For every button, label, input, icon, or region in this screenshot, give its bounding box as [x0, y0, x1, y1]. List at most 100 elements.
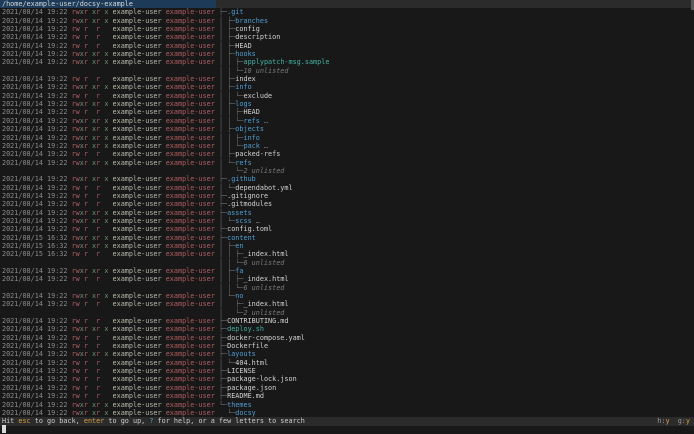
- row-metadata: 2021/08/14 19:22 rw r r example-user exa…: [2, 275, 215, 283]
- owner: example-user: [108, 191, 162, 200]
- tree-row[interactable]: 2021/08/14 19:22 rw r r example-user exa…: [0, 150, 694, 158]
- tree-row[interactable]: 2021/08/14 19:22 rwxr xr x example-user …: [0, 83, 694, 91]
- group: example-user: [161, 267, 215, 275]
- group: example-user: [161, 333, 215, 342]
- tree-row[interactable]: 2021/08/14 19:22 rw r r example-user exa…: [0, 300, 694, 308]
- permissions: rwxr xr x: [71, 408, 109, 417]
- entry-name: _index.html: [243, 250, 289, 259]
- group: example-user: [161, 200, 215, 209]
- modified-datetime: 2021/08/14 19:22: [2, 100, 72, 109]
- tree-row[interactable]: 2021/08/14 19:22 rwxr xr x example-user …: [0, 401, 694, 409]
- status-bar: Hit esc to go back, enter to go up, ? fo…: [0, 417, 694, 426]
- tree-branch-lines: │ ├─: [214, 16, 236, 25]
- tree-row[interactable]: 2021/08/14 19:22 rwxr xr x example-user …: [0, 409, 694, 417]
- tree-branch-lines: ├─: [214, 208, 228, 217]
- search-input-line[interactable]: [0, 425, 694, 434]
- tree-row[interactable]: 2021/08/14 19:22 rw r r example-user exa…: [0, 108, 694, 116]
- entry-name: 404.html: [235, 358, 269, 367]
- entry-name: fa: [235, 267, 244, 275]
- owner: example-user: [108, 383, 162, 392]
- tree-row[interactable]: │ └─2 unlisted: [0, 167, 694, 175]
- tree-row[interactable]: 2021/08/14 19:22 rwxr xr x example-user …: [0, 209, 694, 217]
- owner: example-user: [108, 367, 162, 376]
- tree-branch-lines: │ ├─: [214, 41, 236, 50]
- tree-row[interactable]: 2021/08/14 19:22 rwxr xr x example-user …: [0, 8, 694, 16]
- truncated-ellipsis: …: [251, 216, 260, 225]
- group: example-user: [161, 175, 215, 184]
- tree-row[interactable]: 2021/08/14 19:22 rwxr xr x example-user …: [0, 159, 694, 167]
- modified-datetime: 2021/08/15 16:32: [2, 241, 72, 250]
- tree-row[interactable]: 2021/08/14 19:22 rwxr xr x example-user …: [0, 350, 694, 358]
- tree-branch-lines: ├─: [214, 191, 228, 200]
- tree-row[interactable]: 2021/08/14 19:22 rw r r example-user exa…: [0, 375, 694, 383]
- permissions: rwxr xr x: [71, 400, 109, 409]
- permissions: rw r r: [71, 250, 101, 259]
- tree-row[interactable]: │ │ └─6 unlisted: [0, 284, 694, 292]
- tree-row[interactable]: 2021/08/14 19:22 rw r r example-user exa…: [0, 33, 694, 41]
- tree-branch-lines: ├─: [214, 317, 228, 326]
- group: example-user: [161, 300, 215, 309]
- group: example-user: [161, 383, 215, 392]
- hint-segment: for help, or a few letters to search: [153, 417, 305, 426]
- modified-datetime: 2021/08/14 19:22: [2, 358, 72, 367]
- tree-row[interactable]: 2021/08/14 19:22 rw r r example-user exa…: [0, 184, 694, 192]
- tree-row[interactable]: │ │ └─10 unlisted: [0, 67, 694, 75]
- unlisted-count: 2 unlisted: [243, 308, 285, 317]
- modified-datetime: 2021/08/15 16:32: [2, 250, 72, 259]
- tree-row[interactable]: 2021/08/14 19:22 rwxr xr x example-user …: [0, 125, 694, 133]
- owner: example-user: [108, 158, 162, 167]
- tree-row[interactable]: 2021/08/14 19:22 rwxr xr x example-user …: [0, 134, 694, 142]
- row-metadata: [2, 259, 215, 267]
- tree-row[interactable]: 2021/08/14 19:22 rw r r example-user exa…: [0, 225, 694, 233]
- tree-row[interactable]: │ └─2 unlisted: [0, 309, 694, 317]
- modified-datetime: 2021/08/14 19:22: [2, 383, 72, 392]
- tree-row[interactable]: 2021/08/14 19:22 rw r r example-user exa…: [0, 42, 694, 50]
- group: example-user: [161, 241, 215, 250]
- permissions: rw r r: [71, 25, 101, 34]
- tree-branch-lines: ├─: [214, 350, 228, 359]
- group: example-user: [161, 367, 215, 376]
- tree-row[interactable]: 2021/08/14 19:22 rw r r example-user exa…: [0, 384, 694, 392]
- mode-flags: h:y g:y: [657, 417, 690, 425]
- entry-name: deploy.sh: [227, 325, 264, 334]
- tree-row[interactable]: 2021/08/15 16:32 rw r r example-user exa…: [0, 250, 694, 258]
- permissions: rw r r: [71, 367, 101, 376]
- tree-row[interactable]: 2021/08/14 19:22 rw r r example-user exa…: [0, 200, 694, 208]
- tree-row[interactable]: 2021/08/14 19:22 rwxr xr x example-user …: [0, 175, 694, 183]
- group: example-user: [161, 141, 215, 150]
- tree-row[interactable]: 2021/08/14 19:22 rw r r example-user exa…: [0, 334, 694, 342]
- tree-row[interactable]: 2021/08/14 19:22 rwxr xr x example-user …: [0, 17, 694, 25]
- tree-branch-lines: │ └─: [214, 292, 236, 301]
- row-metadata: 2021/08/14 19:22 rw r r example-user exa…: [2, 75, 215, 83]
- tree-row[interactable]: │ │ └─6 unlisted: [0, 259, 694, 267]
- row-metadata: 2021/08/14 19:22 rw r r example-user exa…: [2, 150, 215, 158]
- tree-row[interactable]: 2021/08/15 16:32 rwxr xr x example-user …: [0, 234, 694, 242]
- tree-row[interactable]: 2021/08/14 19:22 rwxr xr x example-user …: [0, 58, 694, 66]
- tree-branch-lines: ├─: [214, 342, 228, 351]
- modified-datetime: 2021/08/14 19:22: [2, 16, 72, 25]
- permissions: rw r r: [71, 150, 101, 159]
- permissions: rw r r: [71, 358, 101, 367]
- tree-row[interactable]: 2021/08/14 19:22 rwxr xr x example-user …: [0, 117, 694, 125]
- row-metadata: 2021/08/14 19:22 rwxr xr x example-user …: [2, 125, 215, 133]
- entry-name: description: [235, 33, 281, 42]
- entry-name: HEAD: [235, 41, 252, 50]
- group: example-user: [161, 216, 215, 225]
- tree-row[interactable]: 2021/08/14 19:22 rw r r example-user exa…: [0, 359, 694, 367]
- tree-row[interactable]: 2021/08/14 19:22 rw r r example-user exa…: [0, 92, 694, 100]
- group: example-user: [161, 133, 215, 142]
- permissions: rwxr xr x: [71, 58, 109, 67]
- tree-row[interactable]: 2021/08/14 19:22 rw r r example-user exa…: [0, 275, 694, 283]
- tree-row[interactable]: 2021/08/14 19:22 rwxr xr x example-user …: [0, 142, 694, 150]
- group: example-user: [161, 325, 215, 334]
- owner: example-user: [108, 267, 162, 275]
- entry-name: docsy: [235, 408, 256, 417]
- tree-row[interactable]: 2021/08/14 19:22 rw r r example-user exa…: [0, 392, 694, 400]
- tree-row[interactable]: 2021/08/14 19:22 rw r r example-user exa…: [0, 192, 694, 200]
- tree-row[interactable]: 2021/08/14 19:22 rwxr xr x example-user …: [0, 325, 694, 333]
- entry-name: info: [243, 133, 260, 142]
- group: example-user: [161, 275, 215, 284]
- tree-branch-lines: │ ├─: [214, 150, 236, 159]
- owner: example-user: [108, 125, 162, 134]
- group: example-user: [161, 225, 215, 234]
